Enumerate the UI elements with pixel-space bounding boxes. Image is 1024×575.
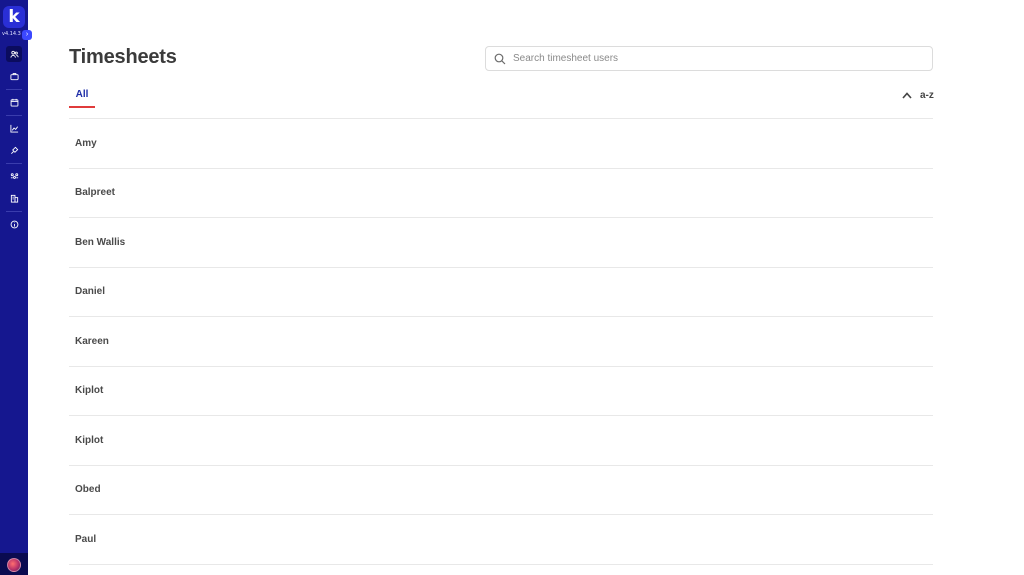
app-version: v4.14.3	[2, 31, 21, 37]
nav-divider	[6, 115, 22, 116]
search-box[interactable]	[485, 46, 933, 71]
list-item-user[interactable]: Balpreet	[69, 169, 933, 218]
user-name: Kiplot	[75, 385, 104, 397]
list-item-user[interactable]: Kareen	[69, 317, 933, 367]
nav-divider	[6, 89, 22, 90]
user-name: Paul	[75, 533, 97, 545]
user-name: Ben Wallis	[75, 236, 126, 248]
user-name: Daniel	[75, 286, 106, 298]
nav-plug-icon[interactable]	[6, 142, 22, 158]
user-avatar[interactable]	[0, 553, 28, 575]
list-item-user[interactable]: Paul	[69, 515, 933, 565]
nav-info-icon[interactable]	[6, 216, 22, 232]
list-item-user[interactable]: Daniel	[69, 268, 933, 317]
user-name: Balpreet	[75, 187, 116, 199]
nav-divider	[6, 163, 22, 164]
list-item-user[interactable]: Amy	[69, 119, 933, 169]
nav-building-icon[interactable]	[6, 190, 22, 206]
nav-team-icon[interactable]	[6, 168, 22, 184]
avatar-image	[7, 558, 21, 572]
search-icon	[494, 53, 506, 64]
nav-users-icon[interactable]	[6, 46, 22, 62]
list-item-user[interactable]: Obed	[69, 466, 933, 515]
sidebar-collapse-icon[interactable]: ›	[22, 30, 32, 40]
list-item-user[interactable]: Ben Wallis	[69, 218, 933, 268]
user-name: Kareen	[75, 335, 109, 347]
user-list: Amy Balpreet Ben Wallis Daniel Kareen Ki…	[69, 118, 933, 565]
nav-chart-icon[interactable]	[6, 120, 22, 136]
nav-divider	[6, 211, 22, 212]
app-logo[interactable]: k	[3, 6, 25, 28]
chevron-up-icon	[902, 91, 912, 99]
list-item-user[interactable]: Kiplot	[69, 416, 933, 466]
user-name: Obed	[75, 484, 101, 496]
user-name: Amy	[75, 137, 97, 149]
list-item-user[interactable]: Kiplot	[69, 367, 933, 416]
sort-label: a-z	[920, 89, 934, 101]
nav-briefcase-icon[interactable]	[6, 68, 22, 84]
page-title: Timesheets	[69, 46, 177, 68]
search-input[interactable]	[513, 53, 913, 64]
user-name: Kiplot	[75, 434, 104, 446]
nav-calendar-icon[interactable]	[6, 94, 22, 110]
tab-active-indicator	[69, 106, 95, 108]
sort-toggle-button[interactable]: a-z	[902, 88, 934, 102]
sidebar: k v4.14.3	[0, 0, 28, 575]
